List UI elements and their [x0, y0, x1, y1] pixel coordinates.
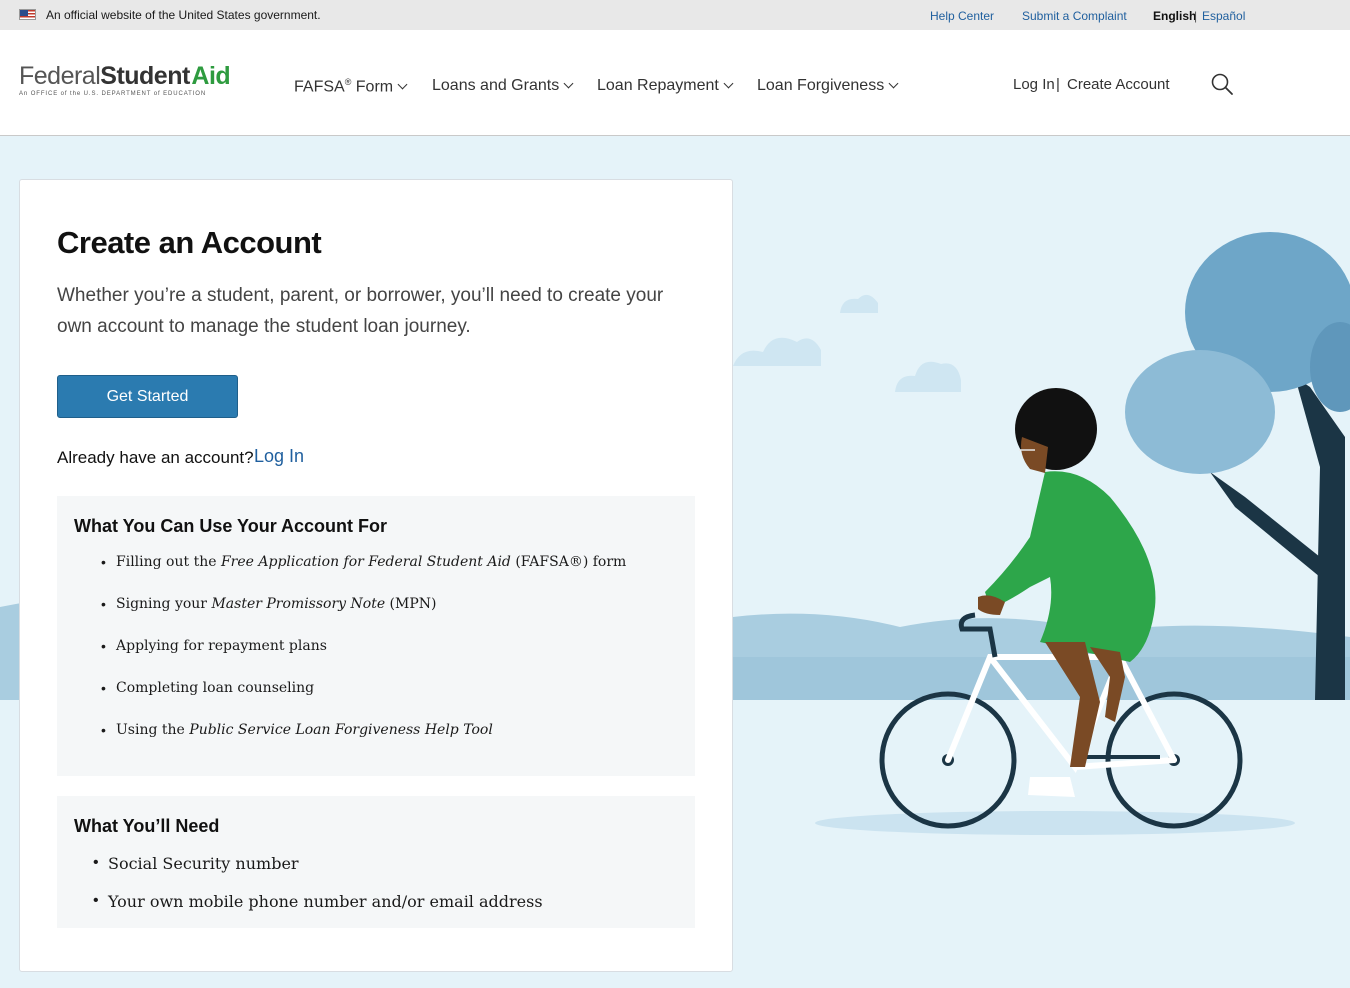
- list-item-italic: Master Promissory Note: [211, 596, 386, 612]
- search-icon[interactable]: [1210, 72, 1234, 96]
- logo-part-aid: Aid: [191, 62, 231, 90]
- us-flag-icon: [19, 9, 36, 20]
- chevron-down-icon: [397, 79, 408, 90]
- get-started-button[interactable]: Get Started: [57, 375, 238, 418]
- nav-fafsa-form[interactable]: FAFSA® Form: [294, 77, 408, 96]
- page-title: Create an Account: [57, 225, 322, 260]
- list-item: Filling out the Free Application for Fed…: [101, 554, 627, 570]
- site-header: FederalStudent Aid An OFFICE of the U.S.…: [0, 30, 1350, 136]
- nav-loans-and-grants[interactable]: Loans and Grants: [432, 77, 574, 95]
- logo-part-student: Student: [100, 62, 190, 90]
- list-item-italic: Free Application for Federal Student Aid: [220, 554, 511, 570]
- list-item-text: (FAFSA®) form: [510, 554, 627, 570]
- list-item-text: Filling out the: [116, 554, 221, 570]
- account-uses-box: What You Can Use Your Account For Fillin…: [57, 496, 695, 776]
- list-item: Your own mobile phone number and/or emai…: [93, 892, 543, 911]
- nav-loan-forgiveness[interactable]: Loan Forgiveness: [757, 77, 899, 95]
- login-link[interactable]: Log In: [254, 446, 304, 467]
- chevron-down-icon: [563, 78, 574, 89]
- chevron-down-icon: [723, 78, 734, 89]
- list-item-text: Using the: [116, 722, 190, 738]
- gov-banner: An official website of the United States…: [0, 0, 1350, 30]
- list-item-text: Completing loan counseling: [116, 680, 315, 696]
- nav-loan-repayment[interactable]: Loan Repayment: [597, 77, 734, 95]
- submit-complaint-link[interactable]: Submit a Complaint: [1022, 9, 1127, 23]
- nav-loans-label: Loans and Grants: [432, 77, 560, 94]
- header-login-link[interactable]: Log In: [1013, 76, 1055, 93]
- list-item: Signing your Master Promissory Note (MPN…: [101, 596, 437, 612]
- nav-fafsa-rest: Form: [351, 78, 394, 96]
- list-item-text: (MPN): [385, 596, 437, 612]
- logo-part-federal: Federal: [19, 62, 101, 90]
- header-auth-separator: |: [1056, 76, 1060, 93]
- header-create-account-link[interactable]: Create Account: [1067, 76, 1170, 93]
- list-item: Social Security number: [93, 854, 299, 873]
- chevron-down-icon: [888, 78, 899, 89]
- nav-forgiveness-label: Loan Forgiveness: [757, 77, 885, 94]
- intro-text: Whether you’re a student, parent, or bor…: [57, 285, 664, 337]
- list-item-text: Signing your: [116, 596, 212, 612]
- requirements-box: What You’ll Need Social Security number …: [57, 796, 695, 928]
- list-item: Using the Public Service Loan Forgivenes…: [101, 722, 493, 738]
- language-separator: |: [1194, 9, 1198, 23]
- official-site-text: An official website of the United States…: [46, 8, 321, 22]
- nav-repayment-label: Loan Repayment: [597, 77, 719, 94]
- create-account-card: Create an Account Whether you’re a stude…: [19, 179, 733, 972]
- list-item-text: Applying for repayment plans: [116, 638, 327, 654]
- list-item: Completing loan counseling: [101, 680, 315, 696]
- federal-student-aid-logo[interactable]: FederalStudent Aid An OFFICE of the U.S.…: [19, 62, 231, 97]
- logo-subtitle: An OFFICE of the U.S. DEPARTMENT of EDUC…: [19, 91, 207, 97]
- nav-fafsa-label: FAFSA: [294, 78, 345, 96]
- language-english[interactable]: English: [1153, 9, 1196, 23]
- language-espanol-link[interactable]: Español: [1202, 9, 1245, 23]
- help-center-link[interactable]: Help Center: [930, 9, 994, 23]
- account-uses-title: What You Can Use Your Account For: [74, 516, 388, 536]
- list-item-italic: Public Service Loan Forgiveness Help Too…: [189, 722, 493, 738]
- list-item: Applying for repayment plans: [101, 638, 327, 654]
- requirements-title: What You’ll Need: [74, 816, 220, 836]
- already-have-account-text: Already have an account?: [57, 448, 254, 467]
